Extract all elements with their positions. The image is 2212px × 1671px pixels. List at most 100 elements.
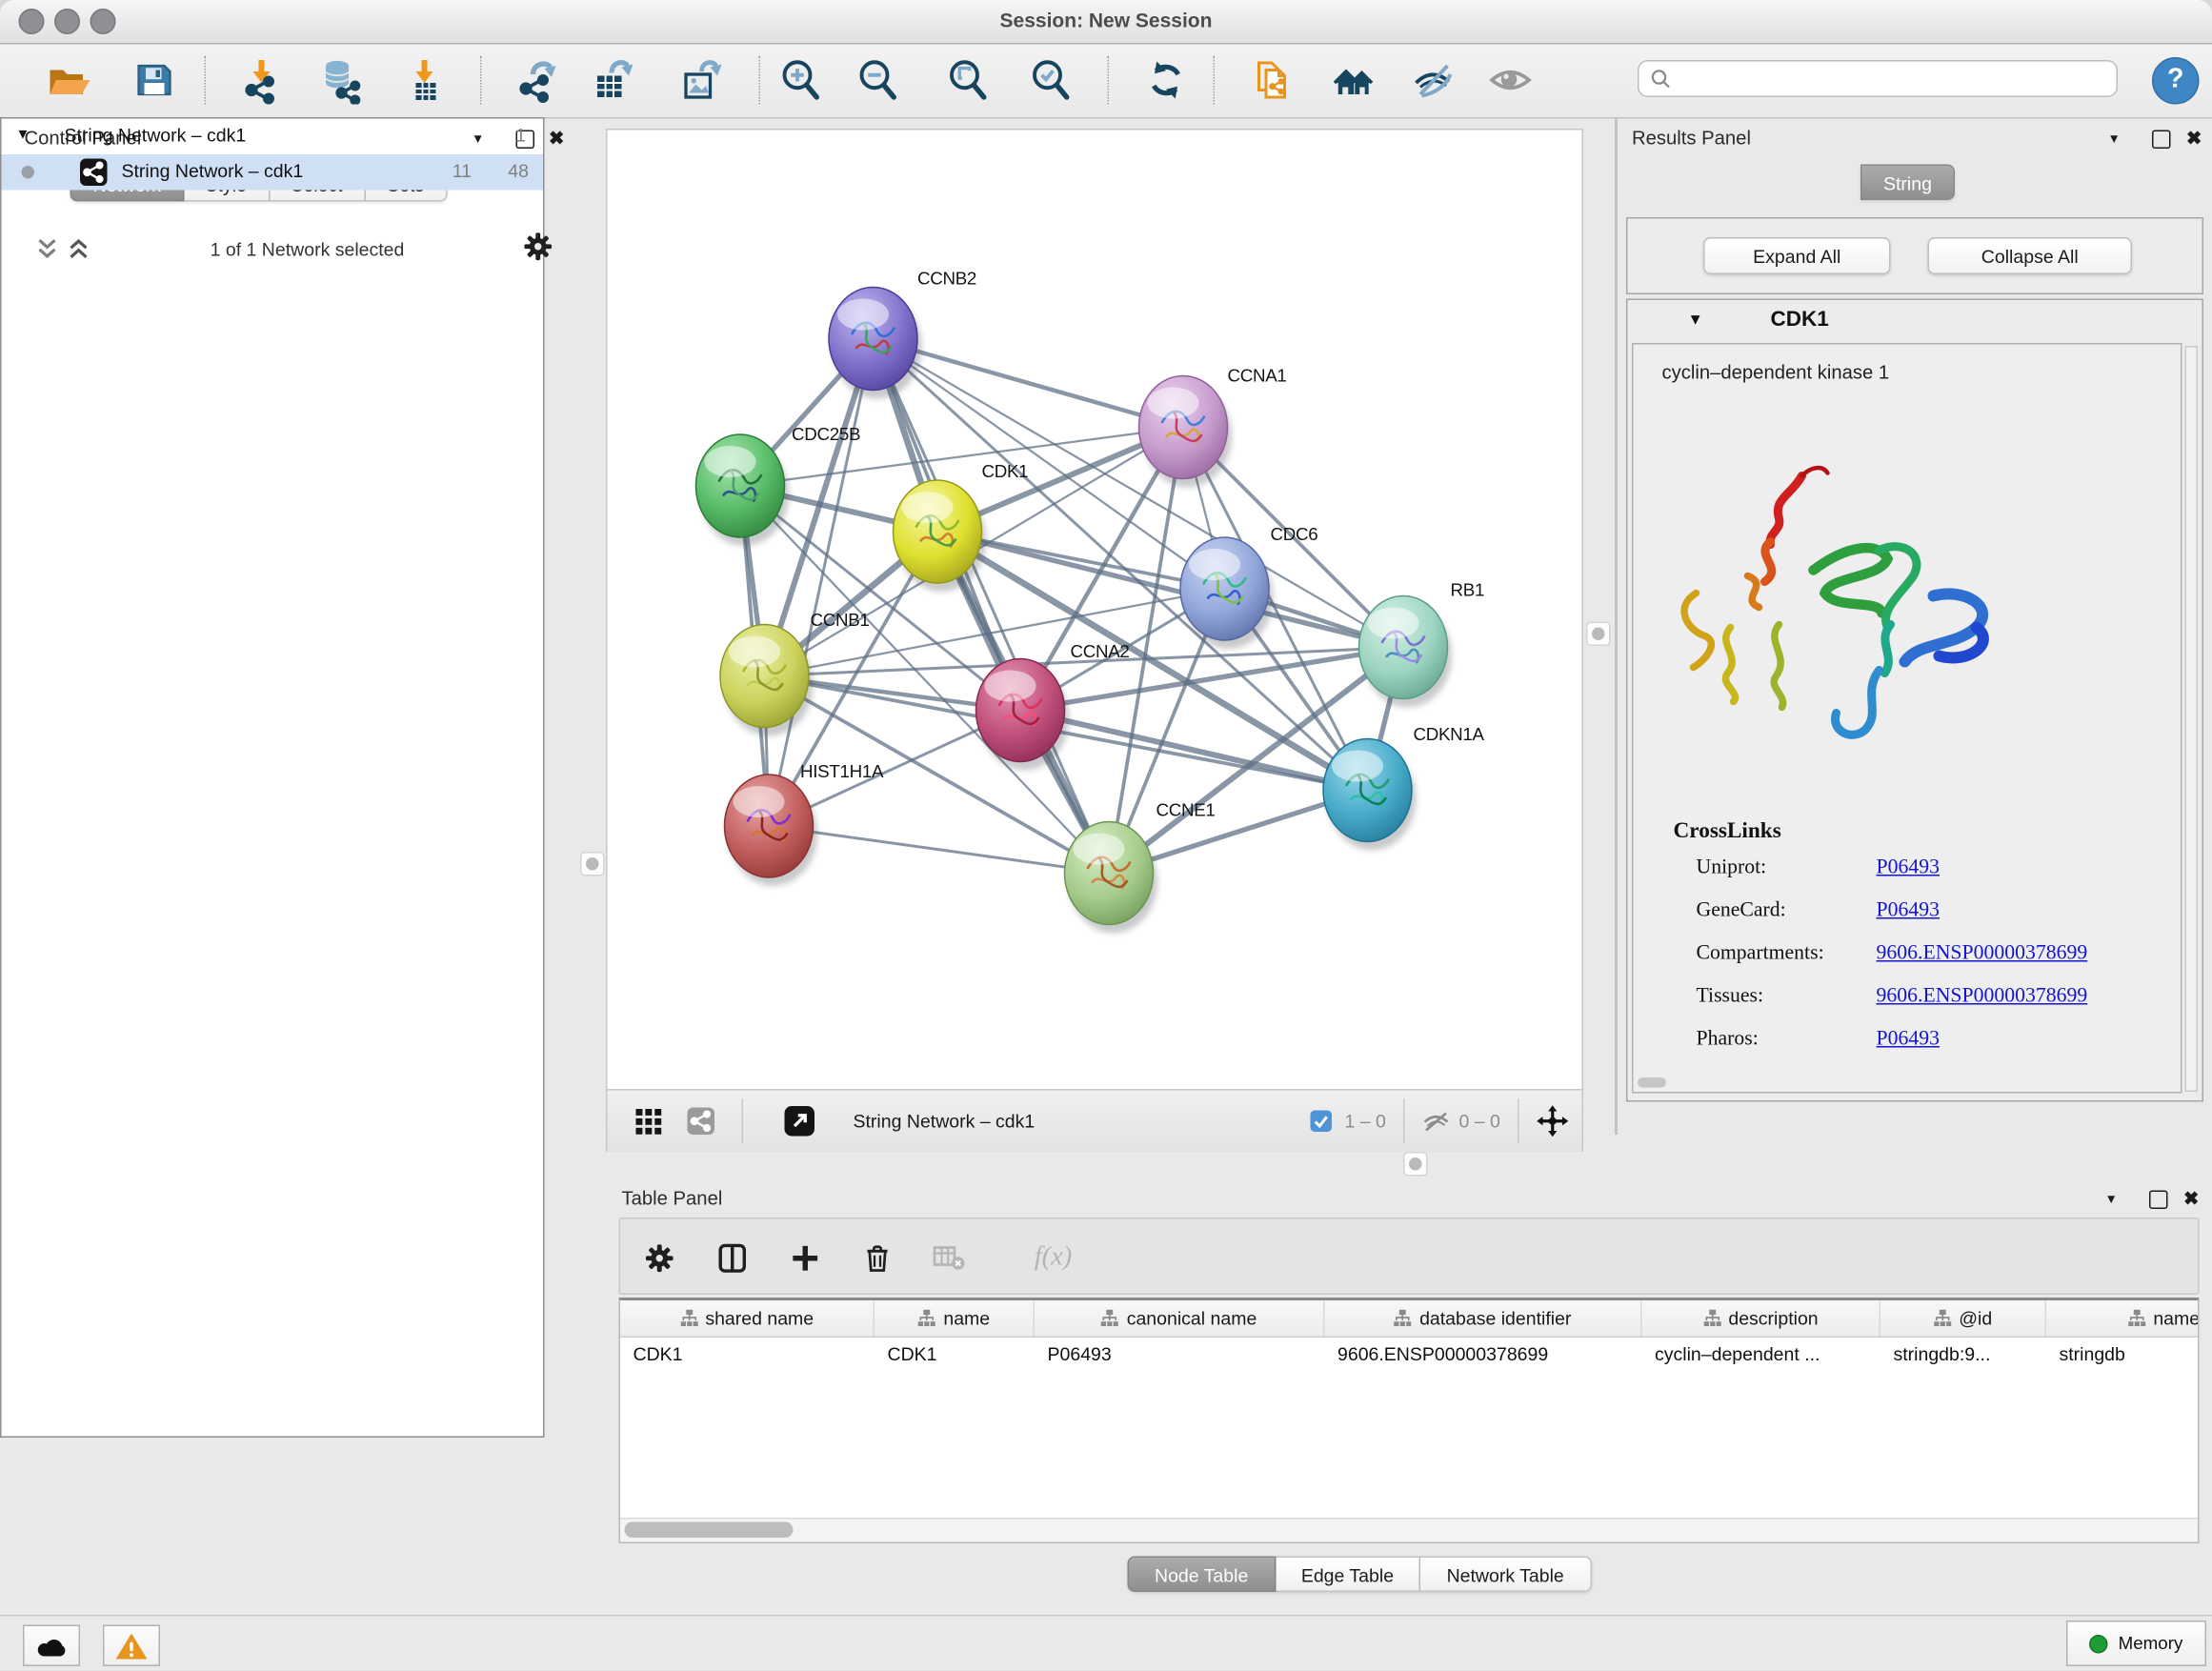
network-canvas[interactable]: CCNB2CCNA1CDC25BCDK1CDC6RB1CCNB1CCNA2CDK… [608, 131, 1582, 1090]
warnings-button[interactable] [103, 1625, 160, 1667]
zoom-fit-button[interactable] [942, 54, 994, 106]
node-CCNB1[interactable] [720, 625, 814, 736]
cell-name[interactable]: CDK1 [875, 1338, 1035, 1374]
node-CDK1[interactable] [894, 480, 987, 592]
export-table-button[interactable] [588, 54, 639, 106]
current-network-name: String Network – cdk1 [854, 1091, 1036, 1153]
crosslink-link[interactable]: 9606.ENSP00000378699 [1877, 985, 2088, 1010]
import-network-from-database-button[interactable] [316, 54, 368, 106]
column-header-database-identifier[interactable]: database identifier [1325, 1300, 1642, 1337]
vertical-scrollbar[interactable] [2185, 346, 2199, 1092]
pan-move-icon[interactable] [1537, 1105, 1570, 1145]
show-glass-button[interactable] [1485, 54, 1537, 106]
network-share-view-icon[interactable] [688, 1108, 715, 1136]
column-header-description[interactable]: description [1642, 1300, 1881, 1337]
cell-database-identifier[interactable]: 9606.ENSP00000378699 [1325, 1338, 1642, 1374]
hide-glass-button[interactable] [1408, 54, 1459, 106]
crosslink-link[interactable]: P06493 [1877, 1028, 1940, 1053]
export-image-button[interactable] [674, 54, 726, 106]
tree-expand-icon[interactable]: ▼ [16, 128, 30, 144]
open-in-window-icon[interactable] [785, 1106, 815, 1137]
expand-all-networks-icon[interactable] [68, 237, 90, 268]
horizontal-scrollbar-thumb[interactable] [1638, 1077, 1666, 1088]
network-collection-row[interactable]: ▼ String Network – cdk1 1 [2, 119, 544, 155]
network-options-gear-icon[interactable] [523, 232, 553, 269]
node-CCNA1[interactable] [1139, 376, 1233, 488]
section-collapse-icon[interactable]: ▼ [1688, 312, 1703, 329]
cell--id[interactable]: stringdb:9... [1880, 1338, 2046, 1374]
node-RB1[interactable] [1359, 596, 1453, 708]
node-CCNE1[interactable] [1065, 822, 1158, 934]
column-header-canonical-name[interactable]: canonical name [1035, 1300, 1325, 1337]
show-columns-icon[interactable] [714, 1240, 749, 1275]
zoom-selected-button[interactable] [1025, 54, 1076, 106]
cell-shared-name[interactable]: CDK1 [620, 1338, 875, 1374]
bottom-splitter-handle[interactable] [1403, 1152, 1428, 1177]
expand-all-button[interactable]: Expand All [1703, 237, 1891, 274]
panel-menu-icon[interactable]: ▼ [2105, 1192, 2118, 1206]
right-splitter-handle[interactable] [1586, 622, 1611, 647]
zoom-in-button[interactable] [774, 54, 826, 106]
results-panel-tabs: String [1860, 165, 1955, 201]
refresh-button[interactable] [1140, 54, 1192, 106]
edge-CCNA2-CDKN1A[interactable] [1020, 711, 1368, 791]
collapse-all-button[interactable]: Collapse All [1928, 237, 2133, 274]
panel-close-icon[interactable]: ✖ [2183, 1188, 2199, 1211]
crosslink-link[interactable]: P06493 [1877, 856, 1940, 881]
tab-edge-table[interactable]: Edge Table [1276, 1557, 1421, 1593]
cell-canonical-name[interactable]: P06493 [1035, 1338, 1325, 1374]
collapse-all-networks-icon[interactable] [36, 237, 59, 268]
node-HIST1H1A[interactable] [725, 775, 818, 886]
column-header-namespace[interactable]: namespace [2046, 1300, 2200, 1337]
node-label-CCNA1: CCNA1 [1228, 366, 1287, 386]
string-import-button[interactable] [1246, 54, 1297, 106]
cell-namespace[interactable]: stringdb [2046, 1338, 2200, 1374]
hidden-eye-slash-icon[interactable] [1422, 1111, 1451, 1141]
column-header-label: shared name [705, 1308, 814, 1330]
help-button[interactable]: ? [2152, 57, 2200, 105]
node-CDKN1A[interactable] [1323, 739, 1417, 851]
import-network-file-button[interactable] [236, 54, 288, 106]
column-header-name[interactable]: name [875, 1300, 1035, 1337]
panel-menu-icon[interactable]: ▼ [2108, 131, 2121, 146]
cloud-status-button[interactable] [23, 1625, 80, 1667]
table-data-row[interactable]: CDK1CDK1P064939606.ENSP00000378699cyclin… [620, 1338, 2198, 1374]
crosslink-link[interactable]: 9606.ENSP00000378699 [1877, 942, 2088, 967]
table-gear-icon[interactable] [642, 1240, 676, 1275]
cell-description[interactable]: cyclin–dependent ... [1642, 1338, 1881, 1374]
selected-checkbox-icon[interactable] [1311, 1111, 1333, 1133]
panel-float-icon[interactable] [2152, 131, 2171, 150]
open-session-button[interactable] [42, 54, 93, 106]
column-header--id[interactable]: @id [1880, 1300, 2046, 1337]
tab-node-table[interactable]: Node Table [1128, 1557, 1276, 1593]
network-row-selected[interactable]: String Network – cdk1 11 48 [2, 154, 544, 191]
export-network-button[interactable] [512, 54, 563, 106]
home-networks-button[interactable] [1328, 54, 1379, 106]
tab-string[interactable]: String [1860, 165, 1955, 201]
add-column-icon[interactable] [788, 1240, 822, 1275]
zoom-out-button[interactable] [852, 54, 903, 106]
scrollbar-thumb[interactable] [625, 1522, 794, 1539]
delete-column-trash-icon[interactable] [860, 1240, 895, 1275]
search-input[interactable] [1679, 67, 2105, 91]
edge-CCNB2-CCNE1[interactable] [874, 339, 1110, 874]
search-box[interactable] [1638, 60, 2118, 97]
left-splitter-handle[interactable] [580, 852, 605, 876]
grid-view-icon[interactable] [636, 1109, 662, 1142]
save-session-button[interactable] [128, 54, 179, 106]
edge-CCNE1-HIST1H1A[interactable] [769, 826, 1109, 874]
node-CCNB2[interactable] [829, 288, 922, 399]
tab-network-table[interactable]: Network Table [1421, 1557, 1592, 1593]
protein-description: cyclin–dependent kinase 1 [1662, 362, 1890, 384]
crosslink-link[interactable]: P06493 [1877, 899, 1940, 924]
memory-button[interactable]: Memory [2066, 1621, 2206, 1666]
import-table-button[interactable] [399, 54, 451, 106]
panel-close-icon[interactable]: ✖ [549, 128, 564, 151]
network-current-dot-icon [22, 166, 35, 179]
panel-close-icon[interactable]: ✖ [2186, 128, 2202, 151]
column-header-shared-name[interactable]: shared name [620, 1300, 875, 1337]
panel-float-icon[interactable] [2149, 1191, 2168, 1210]
table-horizontal-scrollbar[interactable] [620, 1518, 2198, 1542]
node-CCNA2[interactable] [976, 659, 1070, 771]
edge-CCNB2-HIST1H1A[interactable] [769, 339, 874, 827]
